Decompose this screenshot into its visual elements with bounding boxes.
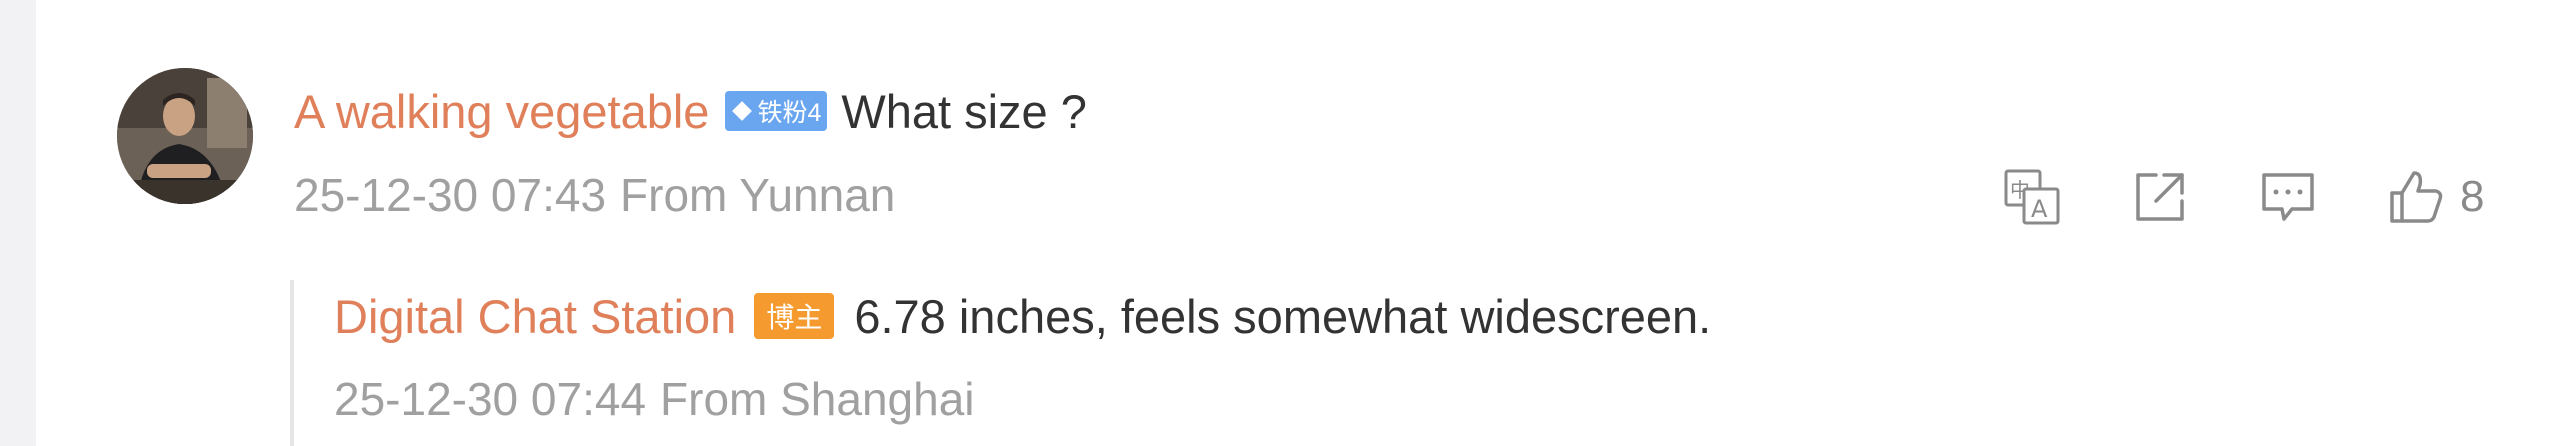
share-icon[interactable] [2128, 165, 2192, 229]
translate-icon[interactable]: 中 A [2000, 165, 2064, 229]
like-count: 8 [2460, 172, 2485, 221]
left-panel-strip [0, 0, 36, 446]
host-badge: 博主 [754, 293, 835, 339]
comment-date: 25-12-30 07:43 [294, 169, 607, 221]
reply-header: Digital Chat Station 博主 6.78 inches, fee… [334, 284, 1711, 348]
reply-text: 6.78 inches, feels somewhat widescreen. [854, 289, 1712, 343]
reply-username[interactable]: Digital Chat Station [334, 289, 736, 344]
comment-username[interactable]: A walking vegetable [294, 84, 709, 139]
like-icon[interactable] [2384, 165, 2448, 229]
comment-meta: 25-12-30 07:43 From Yunnan [294, 168, 895, 222]
comment-text: What size ? [841, 84, 1087, 138]
reply-block: Digital Chat Station 博主 6.78 inches, fee… [290, 280, 2294, 446]
reply-location: From Shanghai [660, 373, 975, 425]
reply-date: 25-12-30 07:44 [334, 373, 647, 425]
comment-header: A walking vegetable 铁粉4 What size ? [294, 78, 1087, 144]
comment-icon[interactable] [2256, 165, 2320, 229]
svg-text:A: A [2031, 195, 2048, 223]
comment-thread: A walking vegetable 铁粉4 What size ? 25-1… [0, 0, 2560, 446]
comment-location: From Yunnan [620, 169, 896, 221]
avatar[interactable] [117, 68, 253, 204]
comment-actions: 中 A 8 [2000, 164, 2484, 230]
reply-meta: 25-12-30 07:44 From Shanghai [334, 372, 975, 426]
diamond-icon [732, 101, 753, 121]
fan-badge: 铁粉4 [725, 91, 828, 131]
fan-badge-label: 铁粉4 [757, 99, 822, 127]
